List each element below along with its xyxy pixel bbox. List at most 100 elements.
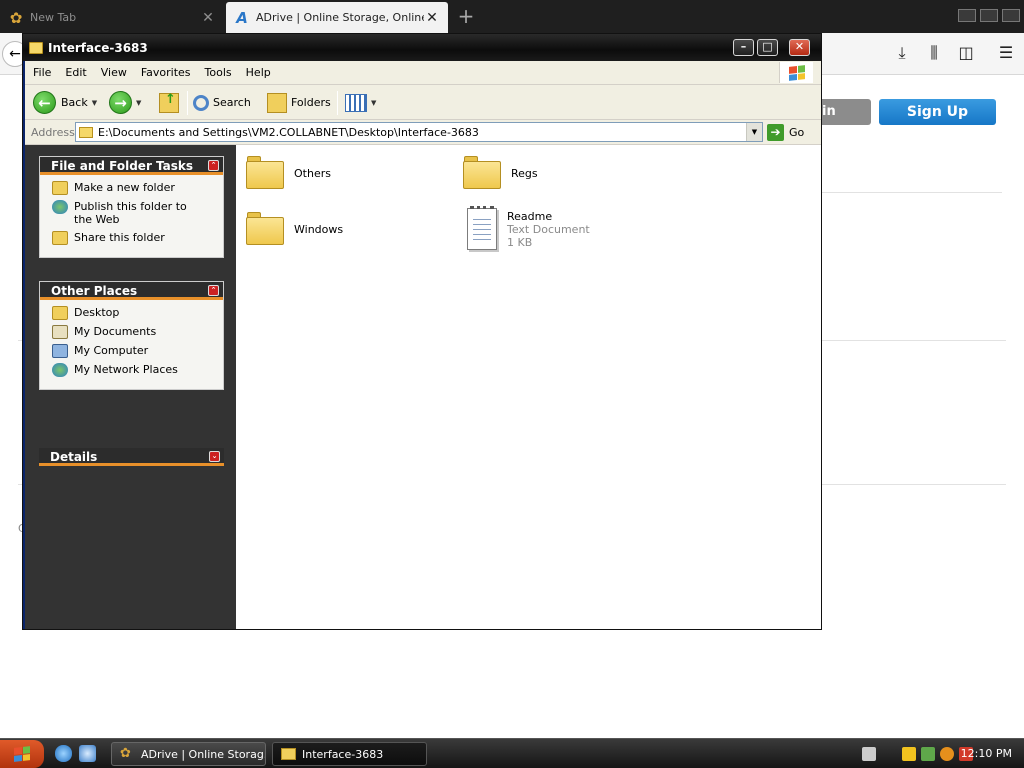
collapse-icon[interactable]: ⌃: [208, 160, 219, 171]
browser-close-button[interactable]: [1002, 9, 1020, 22]
chevron-down-icon: ▼: [371, 98, 377, 107]
place-label: My Network Places: [74, 363, 178, 376]
address-bar: Address E:\Documents and Settings\VM2.CO…: [25, 120, 821, 145]
sidebar-icon[interactable]: ◫: [956, 43, 976, 63]
keyboard-icon[interactable]: [862, 747, 876, 761]
internet-explorer-icon[interactable]: [55, 745, 72, 762]
chevron-down-icon[interactable]: ▼: [136, 99, 141, 107]
expand-icon[interactable]: ⌄: [209, 451, 220, 462]
place-my-documents[interactable]: My Documents: [52, 325, 223, 339]
details-panel: Details ⌄: [39, 448, 224, 466]
place-my-network-places[interactable]: My Network Places: [52, 363, 223, 377]
item-name: Others: [294, 167, 331, 180]
search-button[interactable]: Search: [193, 90, 251, 115]
folders-button[interactable]: Folders: [267, 90, 331, 115]
search-label: Search: [213, 96, 251, 109]
panel-header[interactable]: Details ⌄: [39, 448, 224, 466]
task-label: Make a new folder: [74, 181, 175, 194]
file-list: Others Regs Windows Readme Text Document…: [236, 145, 821, 629]
windows-logo-icon: [779, 62, 813, 83]
chevron-down-icon[interactable]: ▼: [746, 123, 762, 141]
address-input[interactable]: E:\Documents and Settings\VM2.COLLABNET\…: [75, 122, 763, 142]
window-title: Interface-3683: [48, 40, 148, 55]
menu-edit[interactable]: Edit: [65, 66, 86, 79]
menu-bar: File Edit View Favorites Tools Help: [25, 61, 821, 85]
address-label: Address: [31, 126, 75, 139]
close-tab-icon[interactable]: ✕: [200, 10, 216, 26]
browser-tab-new-tab[interactable]: ✿ New Tab ✕: [0, 2, 224, 33]
network-icon[interactable]: [921, 747, 935, 761]
panel-header[interactable]: Other Places ⌃: [40, 282, 223, 300]
folder-item-regs[interactable]: Regs: [463, 155, 538, 189]
folder-icon: [79, 126, 93, 138]
browser-tab-title: ADrive | Online Storage, Online Ba: [256, 11, 424, 24]
folder-icon: [246, 211, 284, 245]
browser-tab-title: New Tab: [30, 11, 77, 24]
folder-item-others[interactable]: Others: [246, 155, 331, 189]
security-shield-icon[interactable]: [902, 747, 916, 761]
up-folder-button[interactable]: ↑: [159, 90, 183, 115]
go-label: Go: [789, 126, 805, 139]
back-label: Back: [61, 96, 88, 109]
signup-button[interactable]: Sign Up: [879, 99, 996, 125]
menu-icon[interactable]: ☰: [996, 43, 1016, 63]
views-icon: [345, 93, 367, 112]
place-label: My Computer: [74, 344, 149, 357]
outlook-express-icon[interactable]: [79, 745, 96, 762]
views-button[interactable]: ▼: [345, 90, 376, 115]
browser-maximize-button[interactable]: [980, 9, 998, 22]
folder-icon: [463, 155, 501, 189]
taskbar-button-interface[interactable]: Interface-3683: [272, 742, 427, 766]
close-button[interactable]: ✕: [789, 39, 810, 56]
toolbar-separator: [187, 91, 188, 115]
chevron-down-icon[interactable]: ▼: [92, 99, 97, 107]
browser-tab-bar: ✿ New Tab ✕ A ADrive | Online Storage, O…: [0, 0, 1024, 33]
folders-label: Folders: [291, 96, 331, 109]
place-my-computer[interactable]: My Computer: [52, 344, 223, 358]
panel-title: Other Places: [51, 284, 138, 298]
file-item-readme[interactable]: Readme Text Document 1 KB: [463, 206, 590, 250]
panel-title: File and Folder Tasks: [51, 159, 194, 173]
other-places-panel: Other Places ⌃ Desktop My Documents My C…: [39, 281, 224, 390]
window-body: File and Folder Tasks ⌃ Make a new folde…: [25, 145, 821, 629]
new-tab-plus-icon[interactable]: +: [456, 5, 476, 27]
task-share-folder[interactable]: Share this folder: [52, 231, 223, 245]
place-label: Desktop: [74, 306, 120, 319]
globe-icon: [52, 200, 68, 214]
task-make-new-folder[interactable]: Make a new folder: [52, 181, 223, 195]
menu-help[interactable]: Help: [246, 66, 271, 79]
download-icon[interactable]: ⤓: [892, 43, 912, 63]
search-icon[interactable]: [940, 747, 954, 761]
folder-item-windows[interactable]: Windows: [246, 211, 343, 245]
login-button[interactable]: in: [818, 99, 871, 125]
close-tab-icon[interactable]: ✕: [424, 10, 440, 26]
browser-tab-adrive[interactable]: A ADrive | Online Storage, Online Ba ✕: [226, 2, 448, 33]
taskbar-button-label: ADrive | Online Storag...: [141, 747, 266, 761]
task-publish-folder[interactable]: Publish this folder to the Web: [52, 200, 223, 226]
firefox-icon: ✿: [9, 8, 23, 27]
start-button[interactable]: [0, 740, 44, 768]
maximize-button[interactable]: □: [757, 39, 778, 56]
taskbar-button-adrive[interactable]: ✿ ADrive | Online Storag...: [111, 742, 266, 766]
browser-minimize-button[interactable]: [958, 9, 976, 22]
forward-button[interactable]: → ▼: [109, 90, 141, 115]
window-titlebar[interactable]: Interface-3683 – □ ✕: [23, 34, 821, 61]
item-type: Text Document: [507, 223, 590, 236]
collapse-icon[interactable]: ⌃: [208, 285, 219, 296]
menu-view[interactable]: View: [101, 66, 127, 79]
back-button[interactable]: ← Back ▼: [33, 90, 97, 115]
go-arrow-icon: ➔: [767, 124, 784, 141]
library-icon[interactable]: ⫼: [924, 43, 944, 63]
menu-tools[interactable]: Tools: [205, 66, 232, 79]
back-arrow-icon: ←: [33, 91, 56, 114]
panel-header[interactable]: File and Folder Tasks ⌃: [40, 157, 223, 175]
go-button[interactable]: ➔ Go: [767, 123, 804, 142]
item-name: Readme: [507, 210, 553, 223]
clock[interactable]: 12:10 PM: [961, 747, 1012, 760]
folder-icon: [281, 748, 296, 760]
minimize-button[interactable]: –: [733, 39, 754, 56]
menu-favorites[interactable]: Favorites: [141, 66, 191, 79]
menu-file[interactable]: File: [33, 66, 51, 79]
place-desktop[interactable]: Desktop: [52, 306, 223, 320]
address-value: E:\Documents and Settings\VM2.COLLABNET\…: [98, 125, 479, 139]
